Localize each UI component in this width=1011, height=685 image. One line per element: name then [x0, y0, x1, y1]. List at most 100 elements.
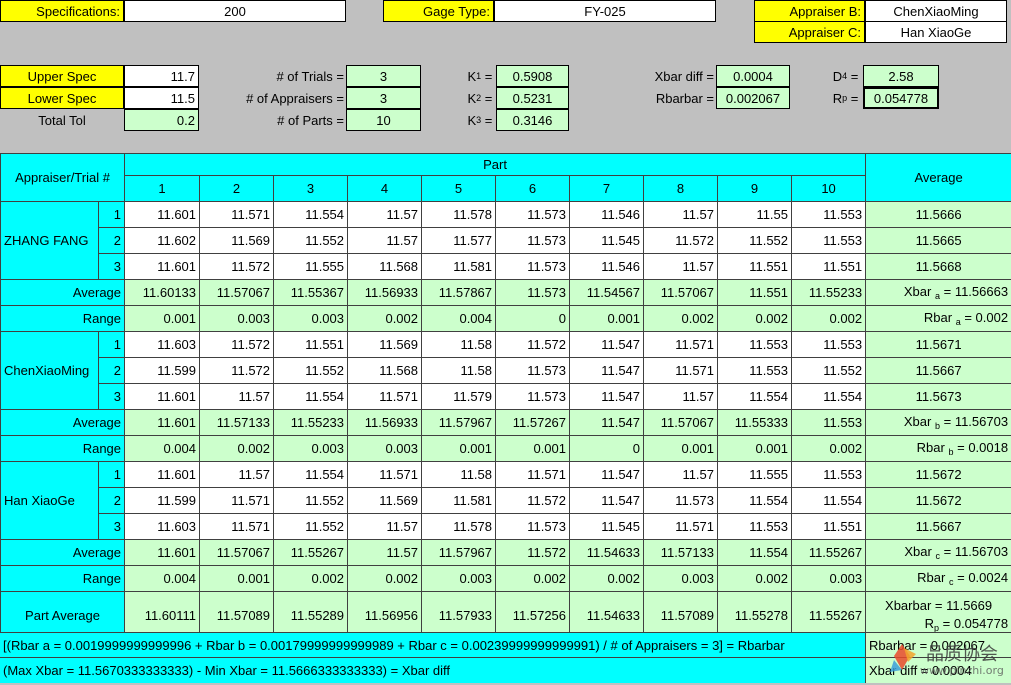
range-cell[interactable]: 0	[496, 306, 570, 332]
measurement-cell[interactable]: 11.546	[570, 254, 644, 280]
measurement-cell[interactable]: 11.601	[125, 202, 200, 228]
measurement-cell[interactable]: 11.57	[644, 254, 718, 280]
measurement-cell[interactable]: 11.551	[792, 514, 866, 540]
measurement-cell[interactable]: 11.577	[422, 228, 496, 254]
measurement-cell[interactable]: 11.602	[125, 228, 200, 254]
appraiser-name-cell[interactable]: ZHANG FANG	[1, 202, 99, 280]
measurement-cell[interactable]: 11.554	[274, 202, 348, 228]
range-cell[interactable]: 0.002	[792, 436, 866, 462]
average-cell[interactable]: 11.55333	[718, 410, 792, 436]
measurement-cell[interactable]: 11.573	[644, 488, 718, 514]
average-cell[interactable]: 11.551	[718, 280, 792, 306]
rp-cell-selected[interactable]: 0.054778	[863, 87, 939, 109]
measurement-cell[interactable]: 11.599	[125, 358, 200, 384]
average-cell[interactable]: 11.55267	[792, 540, 866, 566]
average-cell[interactable]: 11.601	[125, 410, 200, 436]
trial-number-cell[interactable]: 3	[99, 384, 125, 410]
measurement-cell[interactable]: 11.603	[125, 332, 200, 358]
average-cell[interactable]: 11.547	[570, 410, 644, 436]
range-cell[interactable]: 0.002	[792, 306, 866, 332]
measurement-cell[interactable]: 11.57	[200, 462, 274, 488]
d4-cell[interactable]: 2.58	[863, 65, 939, 87]
measurement-cell[interactable]: 11.568	[348, 254, 422, 280]
measurement-cell[interactable]: 11.546	[570, 202, 644, 228]
range-cell[interactable]: 0.001	[125, 306, 200, 332]
measurement-cell[interactable]: 11.554	[718, 384, 792, 410]
average-cell[interactable]: 11.54567	[570, 280, 644, 306]
xbar-cell[interactable]: Xbar a = 11.56663	[866, 280, 1011, 306]
range-cell[interactable]: 0.002	[200, 436, 274, 462]
measurement-cell[interactable]: 11.554	[274, 384, 348, 410]
average-cell[interactable]: 11.57067	[200, 280, 274, 306]
measurement-cell[interactable]: 11.57	[644, 462, 718, 488]
average-cell[interactable]: 11.55233	[792, 280, 866, 306]
parts-cell[interactable]: 10	[346, 109, 421, 131]
range-cell[interactable]: 0.001	[718, 436, 792, 462]
average-cell[interactable]: 11.57067	[644, 280, 718, 306]
measurement-cell[interactable]: 11.554	[792, 384, 866, 410]
measurement-cell[interactable]: 11.553	[792, 228, 866, 254]
measurement-cell[interactable]: 11.551	[718, 254, 792, 280]
range-cell[interactable]: 0.002	[718, 306, 792, 332]
measurement-cell[interactable]: 11.569	[348, 488, 422, 514]
average-cell[interactable]: 11.573	[496, 280, 570, 306]
measurement-cell[interactable]: 11.552	[274, 228, 348, 254]
measurement-cell[interactable]: 11.555	[718, 462, 792, 488]
measurement-cell[interactable]: 11.571	[644, 332, 718, 358]
average-cell[interactable]: 11.57067	[644, 410, 718, 436]
range-cell[interactable]: 0.002	[496, 566, 570, 592]
k3-cell[interactable]: 0.3146	[496, 109, 569, 131]
measurement-cell[interactable]: 11.553	[718, 332, 792, 358]
average-cell[interactable]: 11.57133	[644, 540, 718, 566]
measurement-cell[interactable]: 11.57	[644, 202, 718, 228]
appraiser-name-cell[interactable]: Han XiaoGe	[1, 462, 99, 540]
trials-cell[interactable]: 3	[346, 65, 421, 87]
average-cell[interactable]: 11.56933	[348, 280, 422, 306]
measurement-cell[interactable]: 11.573	[496, 384, 570, 410]
k1-cell[interactable]: 0.5908	[496, 65, 569, 87]
trial-average-cell[interactable]: 11.5668	[866, 254, 1011, 280]
measurement-cell[interactable]: 11.571	[496, 462, 570, 488]
measurement-cell[interactable]: 11.572	[644, 228, 718, 254]
measurement-cell[interactable]: 11.547	[570, 384, 644, 410]
measurement-cell[interactable]: 11.547	[570, 332, 644, 358]
range-cell[interactable]: 0.002	[570, 566, 644, 592]
trial-number-cell[interactable]: 3	[99, 514, 125, 540]
trial-number-cell[interactable]: 1	[99, 332, 125, 358]
measurement-cell[interactable]: 11.601	[125, 462, 200, 488]
measurement-cell[interactable]: 11.572	[496, 488, 570, 514]
trial-average-cell[interactable]: 11.5666	[866, 202, 1011, 228]
measurement-cell[interactable]: 11.572	[496, 332, 570, 358]
gage-type-value-cell[interactable]: FY-025	[494, 0, 716, 22]
rbar-cell[interactable]: Rbar c = 0.0024	[866, 566, 1011, 592]
appraiser-c-value-cell[interactable]: Han XiaoGe	[865, 21, 1007, 43]
range-cell[interactable]: 0.002	[274, 566, 348, 592]
measurement-cell[interactable]: 11.552	[718, 228, 792, 254]
measurement-cell[interactable]: 11.581	[422, 254, 496, 280]
measurement-cell[interactable]: 11.599	[125, 488, 200, 514]
measurement-cell[interactable]: 11.553	[792, 202, 866, 228]
measurement-cell[interactable]: 11.551	[274, 332, 348, 358]
measurement-cell[interactable]: 11.552	[274, 488, 348, 514]
trial-average-cell[interactable]: 11.5667	[866, 514, 1011, 540]
trial-average-cell[interactable]: 11.5672	[866, 488, 1011, 514]
average-cell[interactable]: 11.554	[718, 540, 792, 566]
trial-average-cell[interactable]: 11.5665	[866, 228, 1011, 254]
average-cell[interactable]: 11.55367	[274, 280, 348, 306]
xbar-diff-cell[interactable]: 0.0004	[716, 65, 790, 87]
rbar-cell[interactable]: Rbar b = 0.0018	[866, 436, 1011, 462]
measurement-cell[interactable]: 11.579	[422, 384, 496, 410]
range-cell[interactable]: 0.002	[644, 306, 718, 332]
measurement-cell[interactable]: 11.603	[125, 514, 200, 540]
specifications-value-cell[interactable]: 200	[124, 0, 346, 22]
measurement-cell[interactable]: 11.573	[496, 358, 570, 384]
lower-spec-cell[interactable]: 11.5	[124, 87, 199, 109]
measurement-cell[interactable]: 11.571	[644, 358, 718, 384]
measurement-cell[interactable]: 11.569	[348, 332, 422, 358]
average-cell[interactable]: 11.56933	[348, 410, 422, 436]
measurement-cell[interactable]: 11.57	[348, 514, 422, 540]
measurement-cell[interactable]: 11.571	[644, 514, 718, 540]
measurement-cell[interactable]: 11.58	[422, 332, 496, 358]
total-tol-cell[interactable]: 0.2	[124, 109, 199, 131]
measurement-cell[interactable]: 11.578	[422, 202, 496, 228]
